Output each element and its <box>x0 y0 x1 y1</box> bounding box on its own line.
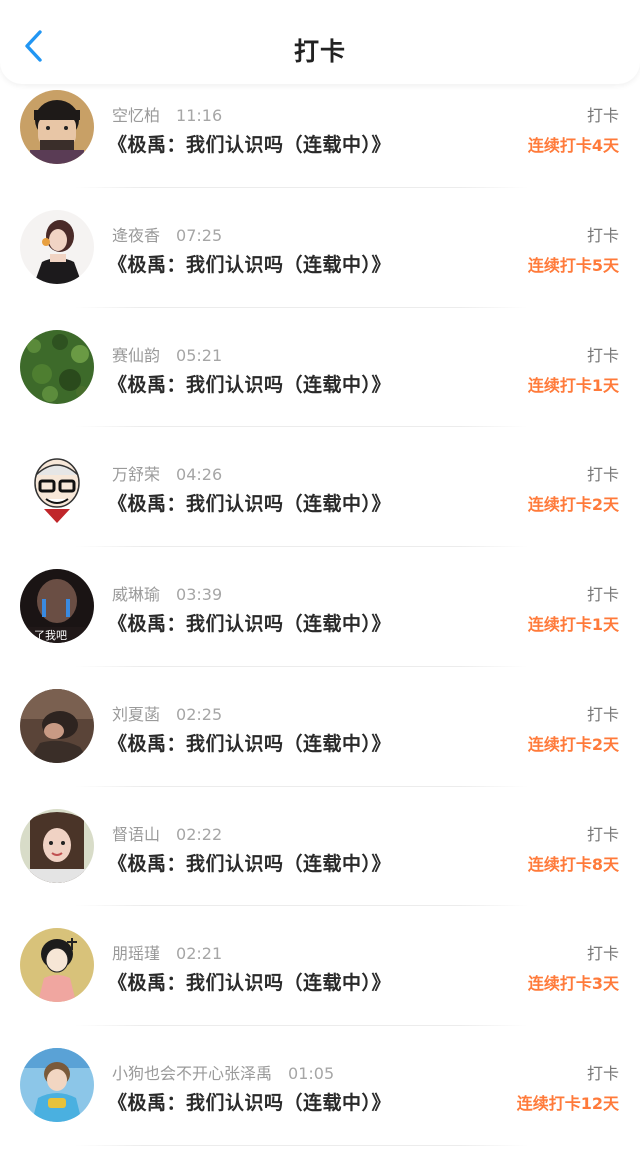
checkin-label: 打卡 <box>586 585 619 604</box>
user-meta: 逄夜香 07:25 <box>112 222 222 246</box>
book-title[interactable]: 《极禹：我们认识吗（连载中）》 <box>108 250 391 277</box>
user-meta: 万舒荣 04:26 <box>112 461 222 485</box>
book-title[interactable]: 《极禹：我们认识吗（连载中）》 <box>108 849 391 876</box>
checkin-label: 打卡 <box>586 106 619 125</box>
checkin-time: 11:16 <box>176 106 223 125</box>
user-name[interactable]: 朋瑶瑾 <box>112 944 160 963</box>
checkin-time: 02:22 <box>176 824 223 844</box>
streak-count: 连续打卡2天 <box>527 495 619 515</box>
page-title: 打卡 <box>293 37 346 66</box>
user-name[interactable]: 小狗也会不开心张泽禹 <box>112 1064 272 1083</box>
book-title[interactable]: 《极禹：我们认识吗（连载中）》 <box>108 729 391 756</box>
checkin-label: 打卡 <box>586 944 619 964</box>
user-meta: 空忆柏 11:16 <box>112 102 222 126</box>
checkin-time: 05:21 <box>176 345 223 365</box>
user-name[interactable]: 逄夜香 <box>112 226 160 245</box>
user-meta: 朋瑶瑾 02:21 <box>112 940 222 964</box>
user-meta: 刘夏菡 02:25 <box>112 701 222 725</box>
list-item[interactable]: 逄夜香 07:25 《极禹：我们认识吗（连载中）》 打卡 连续打卡5天 <box>0 188 640 308</box>
list-item[interactable]: 万舒荣 04:26 《极禹：我们认识吗（连载中）》 打卡 连续打卡2天 <box>0 427 640 547</box>
checkin-label: 打卡 <box>586 345 619 365</box>
streak-count: 连续打卡12天 <box>516 1094 619 1113</box>
streak-count: 连续打卡3天 <box>527 974 619 994</box>
list-item[interactable]: 朋瑶瑾 02:21 《极禹：我们认识吗（连载中）》 打卡 连续打卡3天 <box>0 906 640 1026</box>
checkin-time: 03:39 <box>176 585 223 604</box>
user-name[interactable]: 督语山 <box>112 825 160 844</box>
list-item[interactable]: 空忆柏 11:16 《极禹：我们认识吗（连载中）》 打卡 连续打卡4天 <box>0 68 640 188</box>
list-item[interactable]: 刘夏菡 02:25 《极禹：我们认识吗（连载中）》 打卡 连续打卡2天 <box>0 667 640 787</box>
list-item[interactable]: 赛仙韵 05:21 《极禹：我们认识吗（连载中）》 打卡 连续打卡1天 <box>0 308 640 428</box>
checkin-time: 02:21 <box>176 944 223 964</box>
user-meta: 赛仙韵 05:21 <box>112 342 222 366</box>
avatar[interactable] <box>20 808 94 883</box>
user-name[interactable]: 空忆柏 <box>112 106 160 125</box>
checkin-time: 07:25 <box>176 225 223 245</box>
checkin-time: 02:25 <box>176 704 223 724</box>
user-meta: 督语山 02:22 <box>112 821 222 845</box>
user-name[interactable]: 威琳瑜 <box>112 585 160 604</box>
avatar[interactable] <box>20 449 94 524</box>
user-name[interactable]: 万舒荣 <box>112 465 160 484</box>
avatar[interactable] <box>20 209 94 284</box>
book-title[interactable]: 《极禹：我们认识吗（连载中）》 <box>108 130 391 157</box>
book-title[interactable]: 《极禹：我们认识吗（连载中）》 <box>108 370 391 397</box>
streak-count: 连续打卡4天 <box>527 136 619 155</box>
book-title[interactable]: 《极禹：我们认识吗（连载中）》 <box>108 968 391 995</box>
checkin-label: 打卡 <box>586 465 619 485</box>
list-item[interactable]: 了我吧 威琳瑜 03:39 《极禹：我们认识吗（连载中）》 打卡 连续打卡1天 <box>0 547 640 667</box>
list-item[interactable]: 小狗也会不开心张泽禹 01:05 《极禹：我们认识吗（连载中）》 打卡 连续打卡1… <box>0 1026 640 1146</box>
book-title[interactable]: 《极禹：我们认识吗（连载中）》 <box>108 1088 391 1115</box>
avatar-caption: 了我吧 <box>34 629 67 642</box>
book-title[interactable]: 《极禹：我们认识吗（连载中）》 <box>108 489 391 516</box>
avatar[interactable] <box>20 329 94 404</box>
streak-count: 连续打卡5天 <box>527 255 619 275</box>
user-name[interactable]: 赛仙韵 <box>112 346 160 365</box>
avatar[interactable] <box>20 1048 94 1122</box>
checkin-list: 空忆柏 11:16 《极禹：我们认识吗（连载中）》 打卡 连续打卡4天 逄夜香 07… <box>0 68 640 1146</box>
avatar[interactable]: 了我吧 <box>20 569 94 643</box>
checkin-label: 打卡 <box>586 704 619 724</box>
avatar[interactable] <box>20 90 94 164</box>
streak-count: 连续打卡1天 <box>527 375 619 395</box>
avatar[interactable] <box>20 688 94 763</box>
checkin-time: 04:26 <box>176 465 223 485</box>
user-name[interactable]: 刘夏菡 <box>112 705 160 724</box>
streak-count: 连续打卡1天 <box>527 615 619 634</box>
list-item[interactable]: 督语山 02:22 《极禹：我们认识吗（连载中）》 打卡 连续打卡8天 <box>0 787 640 907</box>
checkin-time: 01:05 <box>288 1064 335 1083</box>
top-bar: 打卡 <box>0 0 640 84</box>
user-meta: 威琳瑜 03:39 <box>112 581 222 605</box>
streak-count: 连续打卡8天 <box>527 854 619 874</box>
user-meta: 小狗也会不开心张泽禹 01:05 <box>112 1060 334 1084</box>
checkin-label: 打卡 <box>586 824 619 844</box>
book-title[interactable]: 《极禹：我们认识吗（连载中）》 <box>108 609 391 636</box>
checkin-label: 打卡 <box>586 1064 619 1083</box>
avatar[interactable] <box>20 928 94 1003</box>
checkin-label: 打卡 <box>586 225 619 245</box>
divider <box>75 1144 528 1146</box>
streak-count: 连续打卡2天 <box>527 734 619 754</box>
